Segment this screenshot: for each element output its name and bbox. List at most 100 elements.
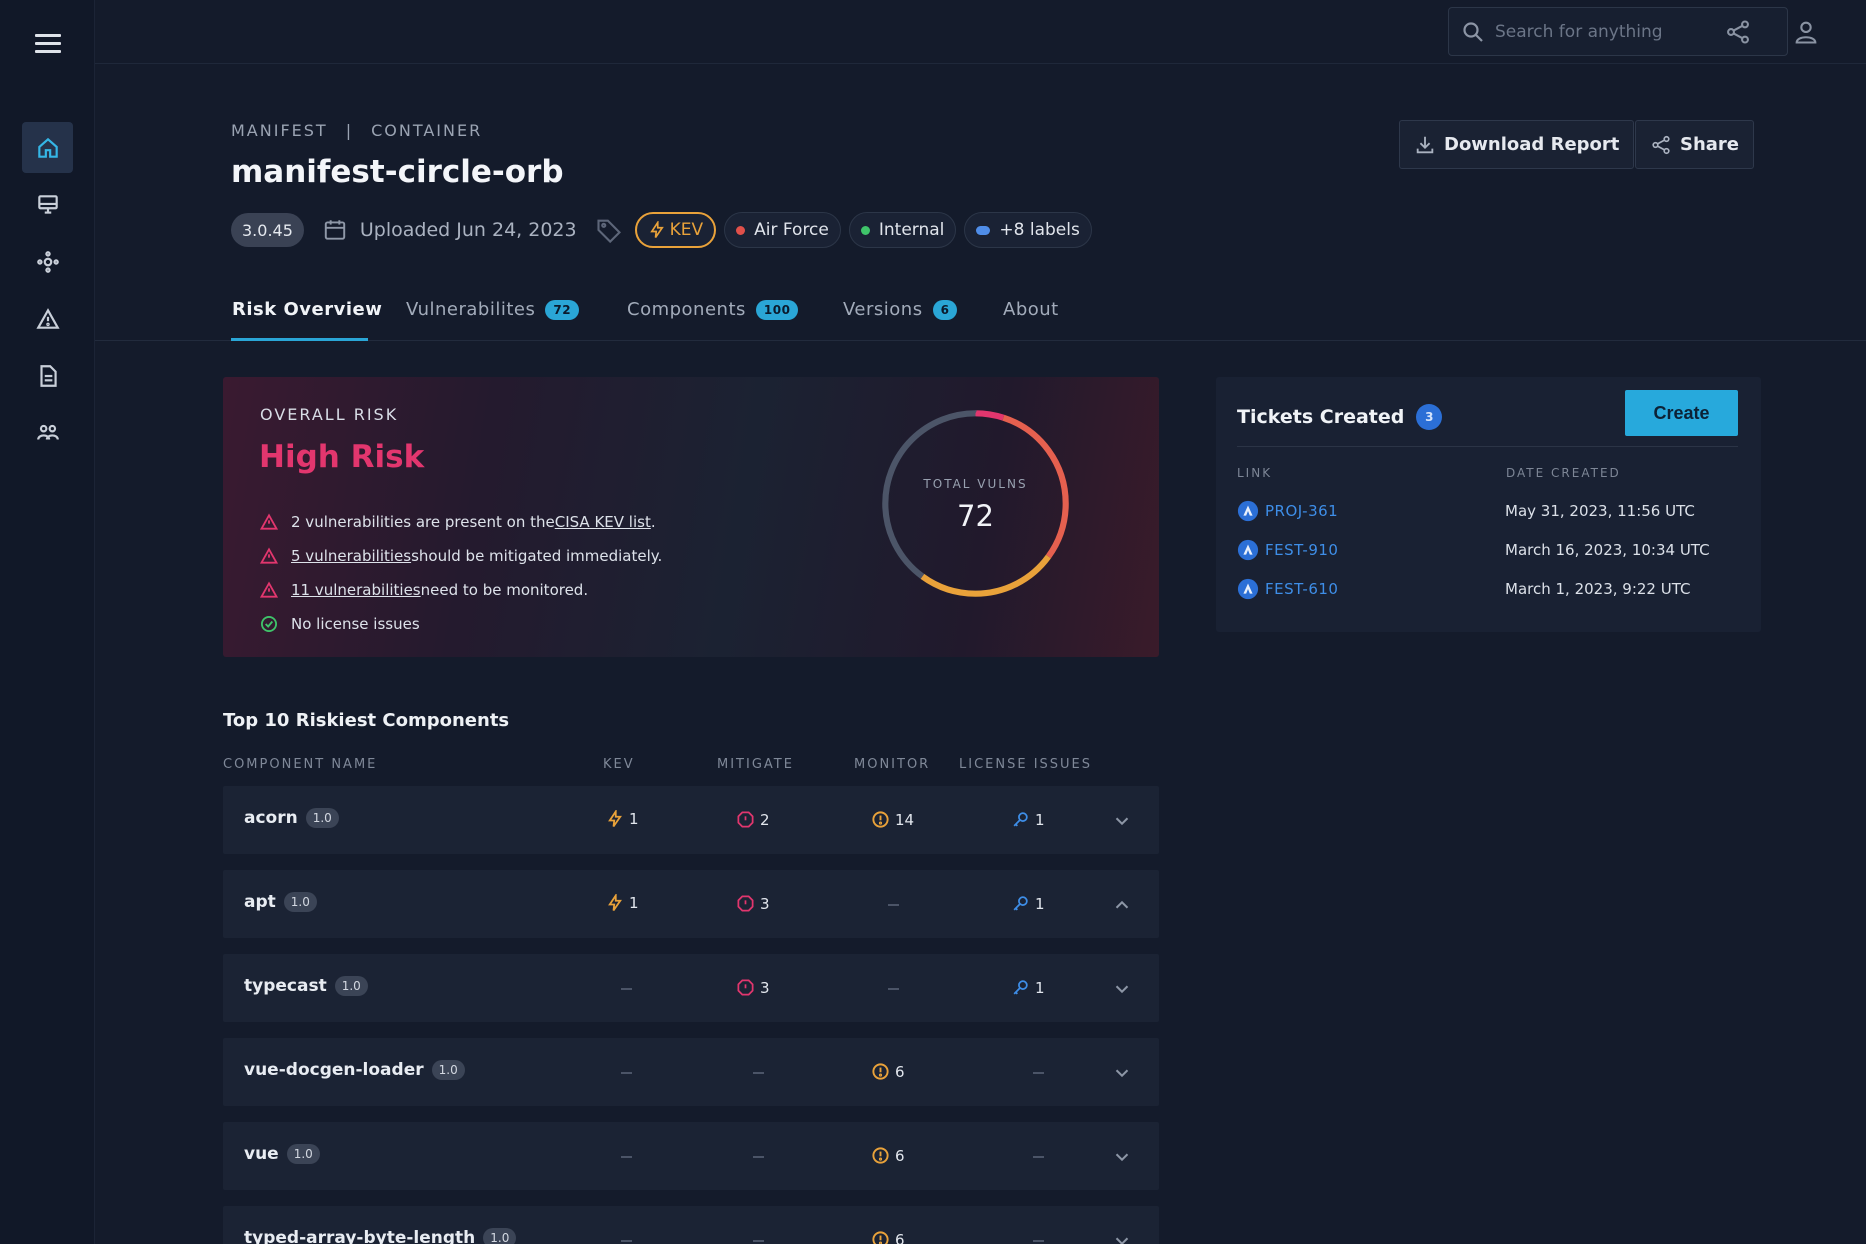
tab-vulnerabilities[interactable]: Vulnerabilites 72 — [406, 299, 580, 320]
tab-versions-label: Versions — [843, 299, 923, 320]
component-name[interactable]: typecast 1.0 — [244, 976, 368, 996]
table-row[interactable]: vue 1.0 6 — [223, 1122, 1159, 1190]
air-force-chip[interactable]: Air Force — [724, 212, 841, 248]
mitigate-vulns-link[interactable]: 5 vulnerabilities — [291, 547, 411, 565]
tab-components[interactable]: Components 100 — [627, 299, 799, 320]
ticket-id[interactable]: FEST-910 — [1265, 541, 1338, 559]
share-icon[interactable] — [1724, 18, 1752, 46]
component-name[interactable]: acorn 1.0 — [244, 808, 339, 828]
octagon-alert-icon — [737, 979, 754, 996]
sidebar-item-home[interactable] — [22, 122, 73, 173]
tab-about[interactable]: About — [1003, 299, 1059, 320]
warning-icon — [259, 581, 279, 598]
sidebar — [0, 0, 95, 1244]
warning-icon — [259, 547, 279, 564]
license-count: 1 — [1011, 810, 1045, 829]
jira-icon — [1237, 500, 1259, 522]
monitor-count-value: 6 — [895, 1146, 905, 1165]
component-version-badge: 1.0 — [483, 1228, 517, 1244]
component-version-badge: 1.0 — [334, 976, 368, 996]
component-version-badge: 1.0 — [286, 1144, 320, 1164]
risk-item-text: should be mitigated immediately. — [411, 547, 663, 565]
cisa-kev-link[interactable]: CISA KEV list — [555, 513, 651, 531]
chevron-down-icon[interactable] — [1111, 1146, 1133, 1168]
tab-count-badge: 100 — [755, 299, 799, 320]
internal-chip[interactable]: Internal — [848, 212, 957, 248]
tab-versions[interactable]: Versions 6 — [843, 299, 958, 320]
kev-count-value: 1 — [629, 894, 639, 912]
risk-item: No license issues — [259, 607, 662, 641]
table-row[interactable]: typecast 1.0 3 1 — [223, 954, 1159, 1022]
tag-icon[interactable] — [595, 216, 623, 244]
hamburger-icon[interactable] — [35, 34, 61, 54]
download-report-button[interactable]: Download Report — [1399, 120, 1635, 169]
chevron-down-icon[interactable] — [1111, 1062, 1133, 1084]
component-name[interactable]: vue 1.0 — [244, 1144, 320, 1164]
mitigate-count-value: 2 — [760, 810, 770, 829]
sidebar-item-reports[interactable] — [22, 350, 73, 401]
tickets-title: Tickets Created 3 — [1237, 404, 1443, 430]
license-count-value: 1 — [1035, 894, 1045, 913]
table-row[interactable]: acorn 1.0 1 2 14 1 — [223, 786, 1159, 854]
share-label: Share — [1680, 134, 1740, 155]
ticket-id[interactable]: FEST-610 — [1265, 580, 1338, 598]
component-name-text: acorn — [244, 808, 298, 828]
labels-icon — [976, 225, 991, 235]
component-name-text: vue — [244, 1144, 279, 1164]
check-circle-icon — [261, 616, 277, 632]
active-tab-indicator — [231, 338, 368, 341]
share-button[interactable]: Share — [1635, 120, 1755, 169]
create-ticket-button[interactable]: Create — [1625, 390, 1738, 436]
chevron-down-icon[interactable] — [1111, 978, 1133, 1000]
ticket-link[interactable]: FEST-610 — [1237, 578, 1505, 600]
user-icon[interactable] — [1792, 18, 1820, 46]
more-labels-chip[interactable]: +8 labels — [964, 212, 1092, 248]
table-row[interactable]: typed-array-byte-length 1.0 6 — [223, 1206, 1159, 1244]
component-name[interactable]: typed-array-byte-length 1.0 — [244, 1228, 517, 1244]
breadcrumb-container[interactable]: CONTAINER — [371, 121, 482, 140]
ticket-link[interactable]: FEST-910 — [1237, 539, 1505, 561]
component-name[interactable]: apt 1.0 — [244, 892, 317, 912]
chevron-down-icon[interactable] — [1111, 1230, 1133, 1244]
kev-chip-label: KEV — [669, 220, 704, 240]
octagon-alert-icon — [737, 895, 754, 912]
components-icon — [36, 250, 59, 273]
table-row[interactable]: vue-docgen-loader 1.0 6 — [223, 1038, 1159, 1106]
alert-circle-icon — [872, 1231, 889, 1244]
monitor-count-value: 6 — [895, 1062, 905, 1081]
monitor-vulns-link[interactable]: 11 vulnerabilities — [291, 581, 421, 599]
col-header-monitor: MONITOR — [854, 757, 931, 772]
breadcrumb-manifest[interactable]: MANIFEST — [231, 121, 328, 140]
sidebar-item-devices[interactable] — [22, 179, 73, 230]
risk-summary-list: 2 vulnerabilities are present on the CIS… — [259, 505, 662, 641]
monitor-count-value: 14 — [895, 810, 915, 829]
kev-chip[interactable]: KEV — [634, 212, 717, 248]
chevron-up-icon[interactable] — [1111, 894, 1133, 916]
kev-count: 1 — [606, 810, 639, 828]
ticket-link[interactable]: PROJ-361 — [1237, 500, 1505, 522]
sidebar-item-components[interactable] — [22, 236, 73, 287]
jira-icon — [1237, 578, 1259, 600]
empty-dash — [1033, 1072, 1044, 1074]
alert-circle-icon — [872, 1147, 889, 1164]
col-header-link: LINK — [1237, 466, 1273, 480]
empty-dash — [621, 1240, 632, 1242]
chevron-down-icon[interactable] — [1111, 810, 1133, 832]
ticket-date: March 16, 2023, 10:34 UTC — [1505, 541, 1710, 559]
tab-about-label: About — [1003, 299, 1059, 320]
green-dot-icon — [860, 225, 870, 235]
overall-risk-label: OVERALL RISK — [260, 405, 399, 424]
ticket-id[interactable]: PROJ-361 — [1265, 502, 1338, 520]
breadcrumb-separator: | — [345, 121, 354, 140]
component-name-text: typed-array-byte-length — [244, 1228, 476, 1244]
overall-risk-card: OVERALL RISK High Risk 2 vulnerabilities… — [223, 377, 1159, 657]
home-icon — [37, 137, 58, 158]
sidebar-item-teams[interactable] — [22, 407, 73, 458]
divider — [1237, 446, 1738, 447]
component-name[interactable]: vue-docgen-loader 1.0 — [244, 1060, 465, 1080]
tab-risk-overview[interactable]: Risk Overview — [232, 299, 382, 320]
table-row[interactable]: apt 1.0 1 3 1 — [223, 870, 1159, 938]
mitigate-count: 3 — [736, 894, 770, 913]
sidebar-item-vulnerabilities[interactable] — [22, 293, 73, 344]
key-icon — [1013, 980, 1028, 995]
